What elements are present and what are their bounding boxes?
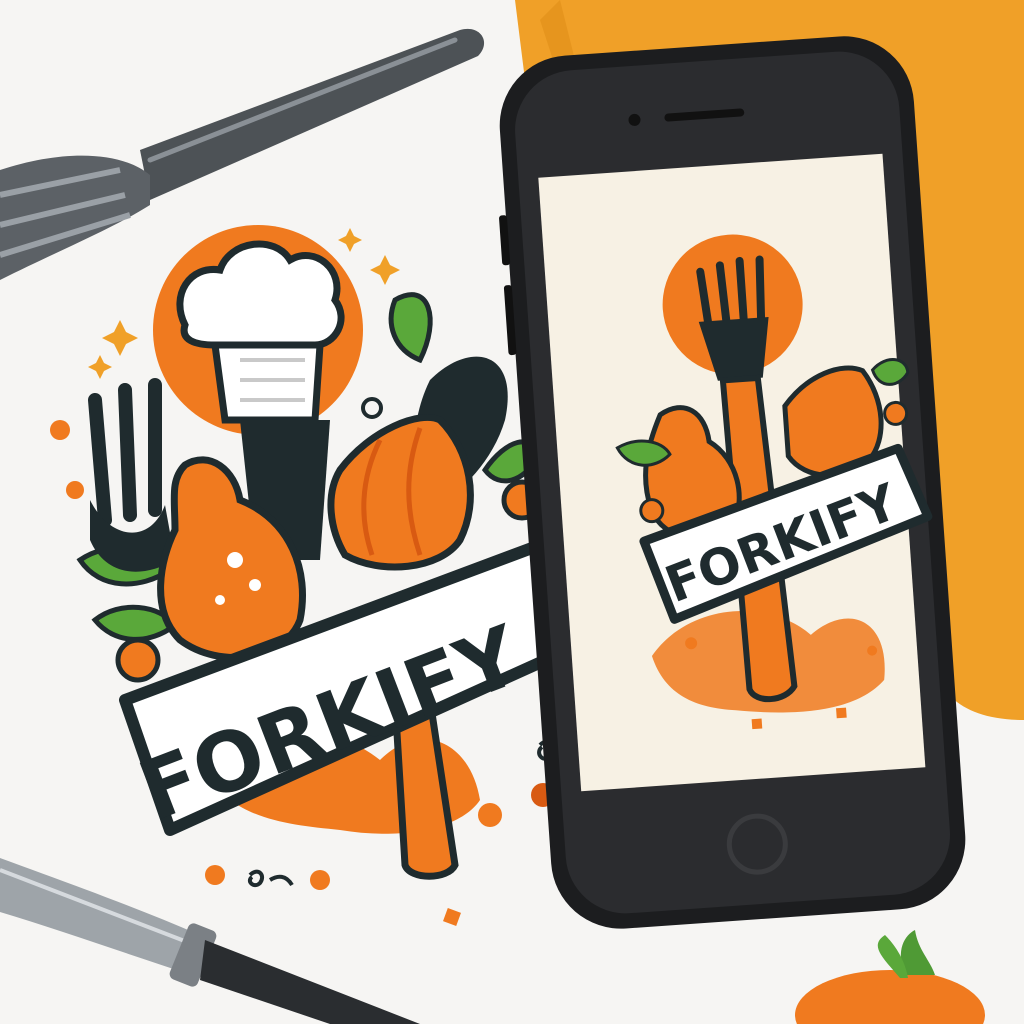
product-mockup-scene: FORKIFY FORKIFY [0, 0, 1024, 1024]
smartphone-icon: FORKIFY [499, 36, 966, 929]
